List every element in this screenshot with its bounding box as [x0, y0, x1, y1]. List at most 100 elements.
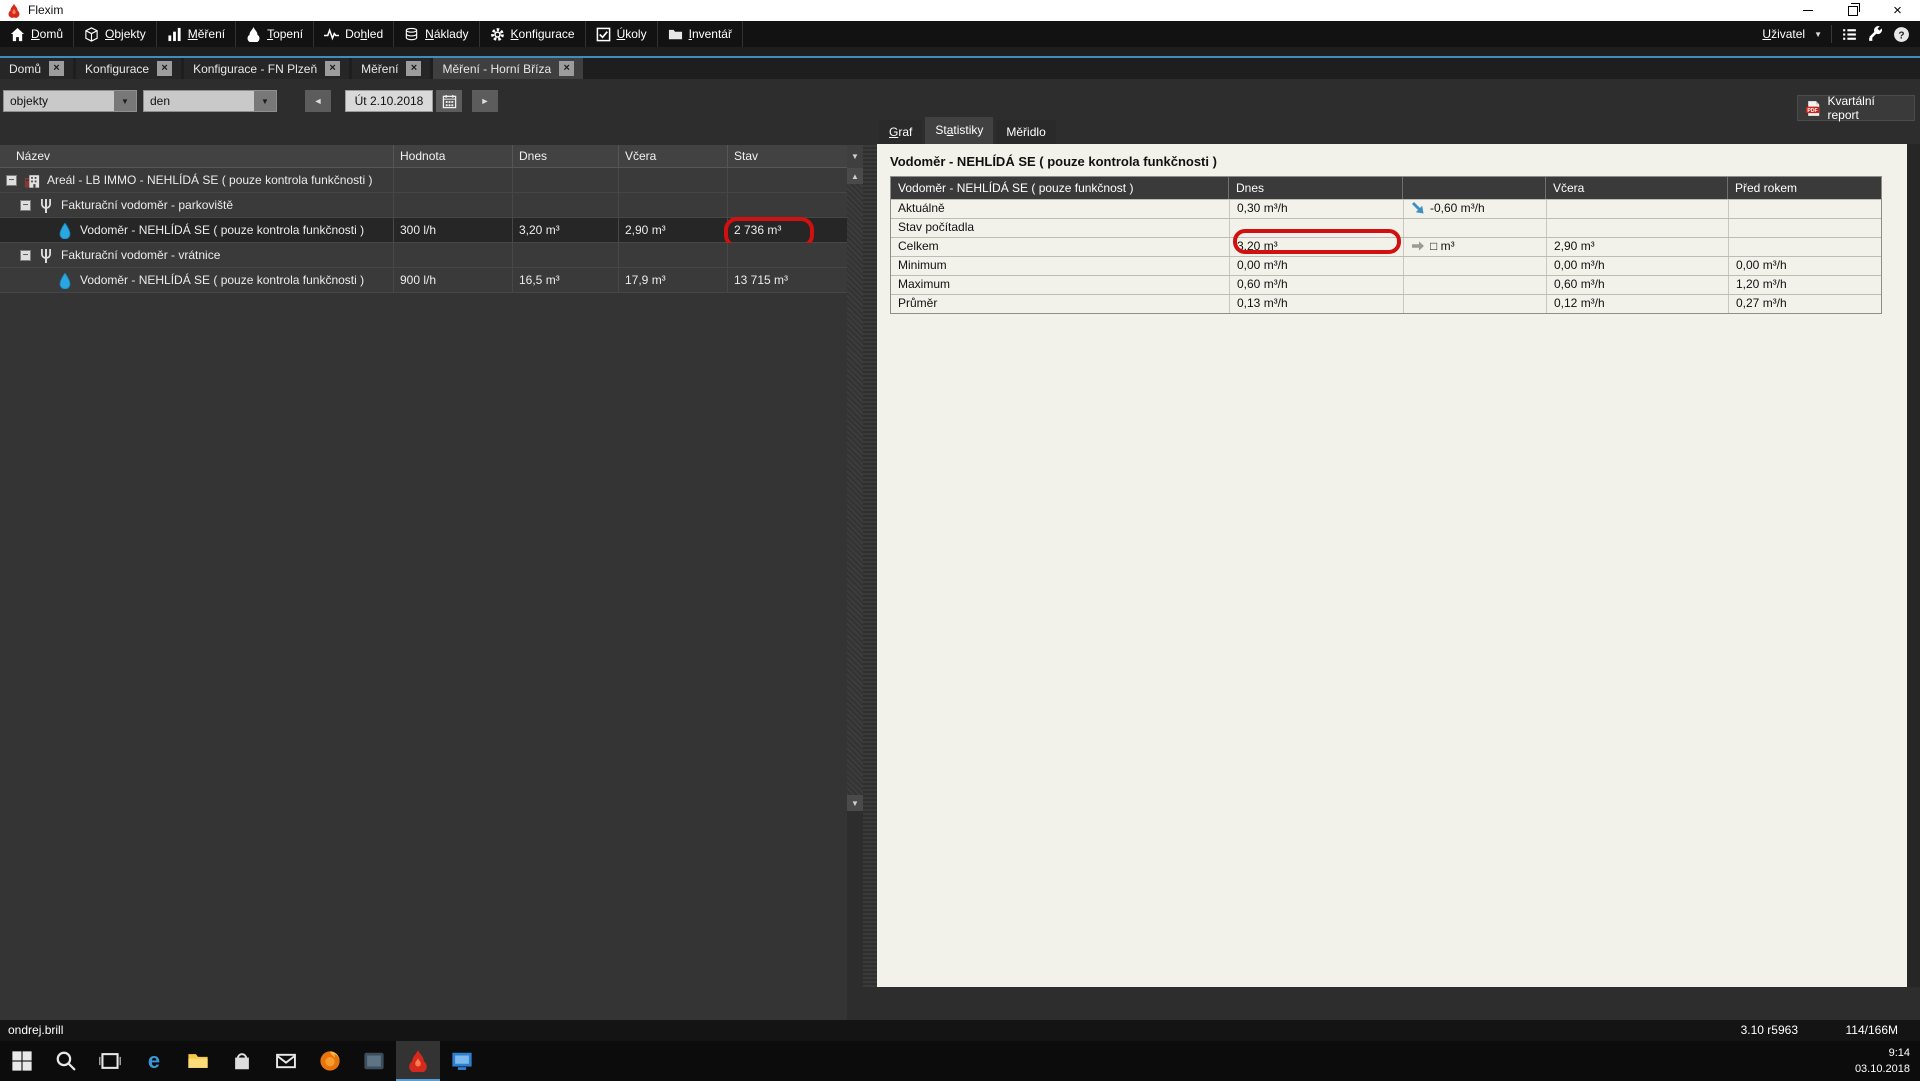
date-input[interactable]: Út 2.10.2018 — [345, 90, 433, 112]
stats-row-minimum: Minimum 0,00 m³/h 0,00 m³/h 0,00 m³/h — [891, 256, 1881, 275]
water-drop-icon — [57, 222, 73, 239]
scroll-up-button[interactable]: ▲ — [847, 168, 863, 184]
previous-day-button[interactable]: ◄ — [305, 90, 331, 112]
trend-flat-icon — [1411, 239, 1425, 253]
tab-mereni-horni-briza[interactable]: Měření - Horní Bříza × — [433, 58, 584, 79]
next-day-button[interactable]: ► — [472, 90, 498, 112]
tree-row-4[interactable]: Vodoměr - NEHLÍDÁ SE ( pouze kontrola fu… — [0, 268, 847, 293]
taskbar-start-button[interactable] — [0, 1041, 44, 1081]
dropdown-arrow-icon[interactable]: ▼ — [114, 91, 136, 111]
meter-icon — [38, 198, 54, 214]
tree-table-rows: − Areál - LB IMMO - NEHLÍDÁ SE ( pouze ko… — [0, 168, 847, 293]
close-button[interactable]: × — [1875, 0, 1920, 21]
quarterly-report-button[interactable]: PDF Kvartální report — [1797, 94, 1915, 122]
tab-close-icon[interactable]: × — [406, 61, 422, 76]
stats-trend: □ m³ — [1403, 238, 1546, 256]
collapse-expander-icon[interactable]: − — [6, 175, 17, 186]
menu-item-ukoly[interactable]: Úkoly — [586, 21, 658, 47]
menu-item-mereni[interactable]: Měření — [157, 21, 237, 47]
column-header-stav[interactable]: Stav — [727, 145, 847, 168]
taskbar-app-app-dark[interactable] — [352, 1041, 396, 1081]
search-icon — [55, 1050, 77, 1072]
stats-value: 0,00 m³/h — [1237, 258, 1288, 272]
tab-label: Měření — [361, 61, 399, 76]
tab-mereni[interactable]: Měření × — [352, 58, 431, 79]
column-header-hodnota[interactable]: Hodnota — [393, 145, 512, 168]
store-bag-icon — [231, 1050, 253, 1072]
taskbar-app-store[interactable] — [220, 1041, 264, 1081]
annotation-circle-stav: 2 736 m³ — [723, 217, 815, 248]
list-menu-icon[interactable] — [1841, 26, 1858, 43]
period-filter-select[interactable]: den ▼ — [143, 90, 277, 112]
tab-close-icon[interactable]: × — [157, 61, 173, 76]
app-version: 3.10 r5963 — [1740, 1023, 1798, 1037]
tab-konfigurace[interactable]: Konfigurace × — [76, 58, 182, 79]
meter-tree-table: Název Hodnota Dnes Včera Stav − Areál - LB IM… — [0, 145, 847, 1020]
taskbar-search-button[interactable] — [44, 1041, 88, 1081]
tab-close-icon[interactable]: × — [559, 61, 575, 76]
cell-vcera — [618, 243, 727, 268]
stats-trend-value: □ m³ — [1430, 239, 1455, 253]
menu-item-inventar[interactable]: Inventář — [658, 21, 743, 47]
menu-item-label: Topení — [267, 27, 304, 41]
collapse-expander-icon[interactable]: − — [20, 200, 31, 211]
calendar-button[interactable] — [436, 90, 462, 112]
stats-row-stav-pocitadla: Stav počítadla — [891, 218, 1881, 254]
tree-row-2[interactable]: Vodoměr - NEHLÍDÁ SE ( pouze kontrola fu… — [0, 217, 847, 248]
tab-konfigurace-fn-plzen[interactable]: Konfigurace - FN Plzeň × — [184, 58, 350, 79]
taskbar-task-view-button[interactable] — [88, 1041, 132, 1081]
clock-date: 03.10.2018 — [1854, 1062, 1910, 1075]
column-header-vcera[interactable]: Včera — [618, 145, 727, 168]
menu-item-konfigurace[interactable]: Konfigurace — [480, 21, 586, 47]
column-header-nazev[interactable]: Název — [0, 145, 393, 168]
detail-tab-meridlo[interactable]: Měřidlo — [996, 120, 1056, 144]
panel-splitter[interactable] — [863, 145, 877, 987]
taskbar-app-app-blue[interactable] — [440, 1041, 484, 1081]
tree-node-label: Vodoměr - NEHLÍDÁ SE ( pouze kontrola fu… — [80, 223, 365, 237]
objects-cube-icon — [84, 26, 99, 42]
wrench-icon[interactable] — [1867, 25, 1884, 43]
user-menu[interactable]: Uživatel — [1762, 27, 1805, 41]
tab-domu[interactable]: Domů × — [0, 58, 74, 79]
menu-item-naklady[interactable]: Náklady — [394, 21, 480, 47]
tab-label: Konfigurace — [85, 61, 150, 76]
menu-item-dohled[interactable]: Dohled — [314, 21, 395, 47]
taskbar-app-file-explorer[interactable] — [176, 1041, 220, 1081]
task-view-icon — [99, 1050, 121, 1072]
object-filter-select[interactable]: objekty ▼ — [3, 90, 137, 112]
tree-row-3[interactable]: − Fakturační vodoměr - vrátnice — [0, 243, 847, 268]
cell-dnes: 3,20 m³ — [512, 218, 618, 243]
taskbar-app-mail[interactable] — [264, 1041, 308, 1081]
detail-tab-graf[interactable]: Graf — [879, 120, 923, 144]
taskbar-app-firefox[interactable] — [308, 1041, 352, 1081]
menu-item-domu[interactable]: Domů — [0, 21, 75, 47]
detail-title: Vodoměr - NEHLÍDÁ SE ( pouze kontrola fu… — [890, 154, 1217, 169]
cell-stav: 13 715 m³ — [727, 268, 847, 293]
stats-dnes-value: 0,13 m³/h — [1229, 295, 1403, 313]
menu-item-topeni[interactable]: Topení — [236, 21, 315, 47]
menu-item-objekty[interactable]: Objekty — [74, 21, 157, 47]
column-options-button[interactable]: ▼ — [847, 145, 863, 168]
column-header-dnes[interactable]: Dnes — [512, 145, 618, 168]
detail-tab-statistiky[interactable]: Statistiky — [925, 117, 994, 144]
tab-strip: Domů × Konfigurace × Konfigurace - FN Plzeň ×… — [0, 47, 1920, 79]
flexim-logo-icon — [8, 3, 20, 18]
minimize-button[interactable] — [1785, 0, 1830, 21]
help-icon[interactable]: ? — [1893, 26, 1910, 43]
tab-close-icon[interactable]: × — [49, 61, 65, 76]
dropdown-arrow-icon[interactable]: ▼ — [254, 91, 276, 111]
taskbar-app-flexim[interactable] — [396, 1041, 440, 1081]
tree-row-1[interactable]: − Fakturační vodoměr - parkoviště — [0, 193, 847, 218]
cell-value: 900 l/h — [400, 273, 437, 287]
collapse-expander-icon[interactable]: − — [20, 250, 31, 261]
app-dark-icon — [363, 1050, 385, 1072]
restore-button[interactable] — [1830, 0, 1875, 21]
taskbar-clock[interactable]: 9:14 03.10.2018 — [1855, 1046, 1910, 1078]
chevron-down-icon: ▼ — [1814, 29, 1822, 39]
taskbar-app-edge[interactable]: e — [132, 1041, 176, 1081]
scroll-down-button[interactable]: ▼ — [847, 795, 863, 811]
tree-row-0[interactable]: − Areál - LB IMMO - NEHLÍDÁ SE ( pouze ko… — [0, 168, 847, 193]
tab-close-icon[interactable]: × — [325, 61, 341, 76]
stats-column-header-dnes: Dnes — [1229, 177, 1403, 199]
scrollbar-track[interactable] — [847, 184, 863, 795]
